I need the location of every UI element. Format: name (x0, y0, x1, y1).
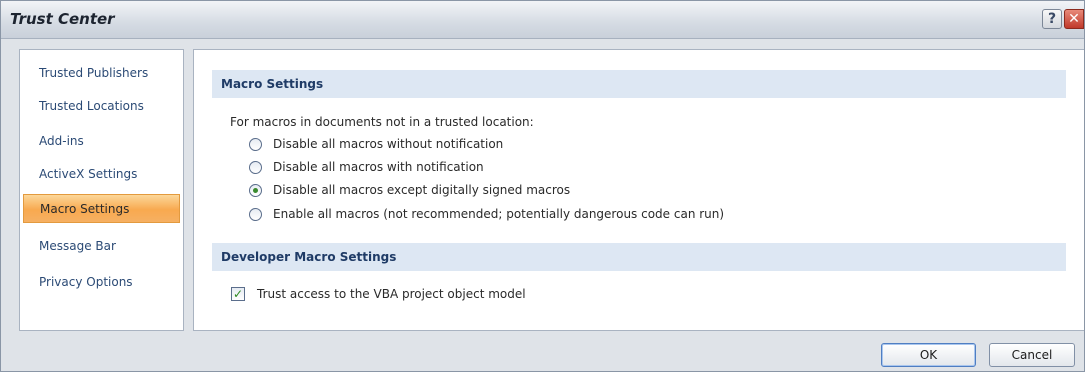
trust-vba-option[interactable]: ✓ Trust access to the VBA project object… (231, 284, 526, 304)
trust-vba-label: Trust access to the VBA project object m… (257, 287, 526, 301)
dialog-title: Trust Center (10, 10, 115, 28)
sidebar-item-message-bar[interactable]: Message Bar (23, 232, 180, 261)
ok-button[interactable]: OK (881, 343, 976, 367)
close-icon: ✕ (1068, 11, 1080, 27)
sidebar-item-macro-settings[interactable]: Macro Settings (23, 194, 180, 223)
help-button[interactable]: ? (1042, 9, 1062, 29)
radio-label: Disable all macros except digitally sign… (273, 183, 571, 197)
sidebar-item-trusted-locations[interactable]: Trusted Locations (23, 92, 180, 121)
help-icon: ? (1047, 11, 1057, 27)
sidebar-item-privacy-options[interactable]: Privacy Options (23, 268, 180, 297)
radio-option-enable-all[interactable]: Enable all macros (not recommended; pote… (249, 204, 724, 224)
sidebar-item-add-ins[interactable]: Add-ins (23, 127, 180, 156)
checkbox-checked-icon[interactable]: ✓ (231, 287, 245, 301)
radio-button-selected[interactable] (249, 183, 262, 197)
radio-label: Enable all macros (not recommended; pote… (273, 207, 725, 221)
sidebar-nav: Trusted Publishers Trusted Locations Add… (19, 49, 184, 331)
radio-button[interactable] (249, 137, 262, 151)
macro-settings-header: Macro Settings (212, 70, 1066, 98)
macro-settings-intro: For macros in documents not in a trusted… (230, 115, 534, 129)
title-bar: Trust Center ? ✕ (1, 1, 1084, 39)
radio-option-disable-no-notification[interactable]: Disable all macros without notification (249, 134, 503, 154)
radio-button[interactable] (249, 160, 262, 174)
developer-macro-settings-header: Developer Macro Settings (212, 243, 1066, 271)
radio-option-disable-except-signed[interactable]: Disable all macros except digitally sign… (249, 180, 570, 200)
settings-panel: Macro Settings For macros in documents n… (193, 49, 1084, 331)
sidebar-item-trusted-publishers[interactable]: Trusted Publishers (23, 59, 180, 88)
close-button[interactable]: ✕ (1064, 9, 1084, 29)
trust-center-dialog: Trust Center ? ✕ Trusted Publishers Trus… (0, 0, 1085, 372)
radio-label: Disable all macros without notification (273, 137, 504, 151)
radio-label: Disable all macros with notification (273, 160, 484, 174)
sidebar-item-activex-settings[interactable]: ActiveX Settings (23, 160, 180, 189)
radio-option-disable-with-notification[interactable]: Disable all macros with notification (249, 157, 484, 177)
cancel-button[interactable]: Cancel (989, 343, 1075, 367)
radio-button[interactable] (249, 207, 262, 221)
